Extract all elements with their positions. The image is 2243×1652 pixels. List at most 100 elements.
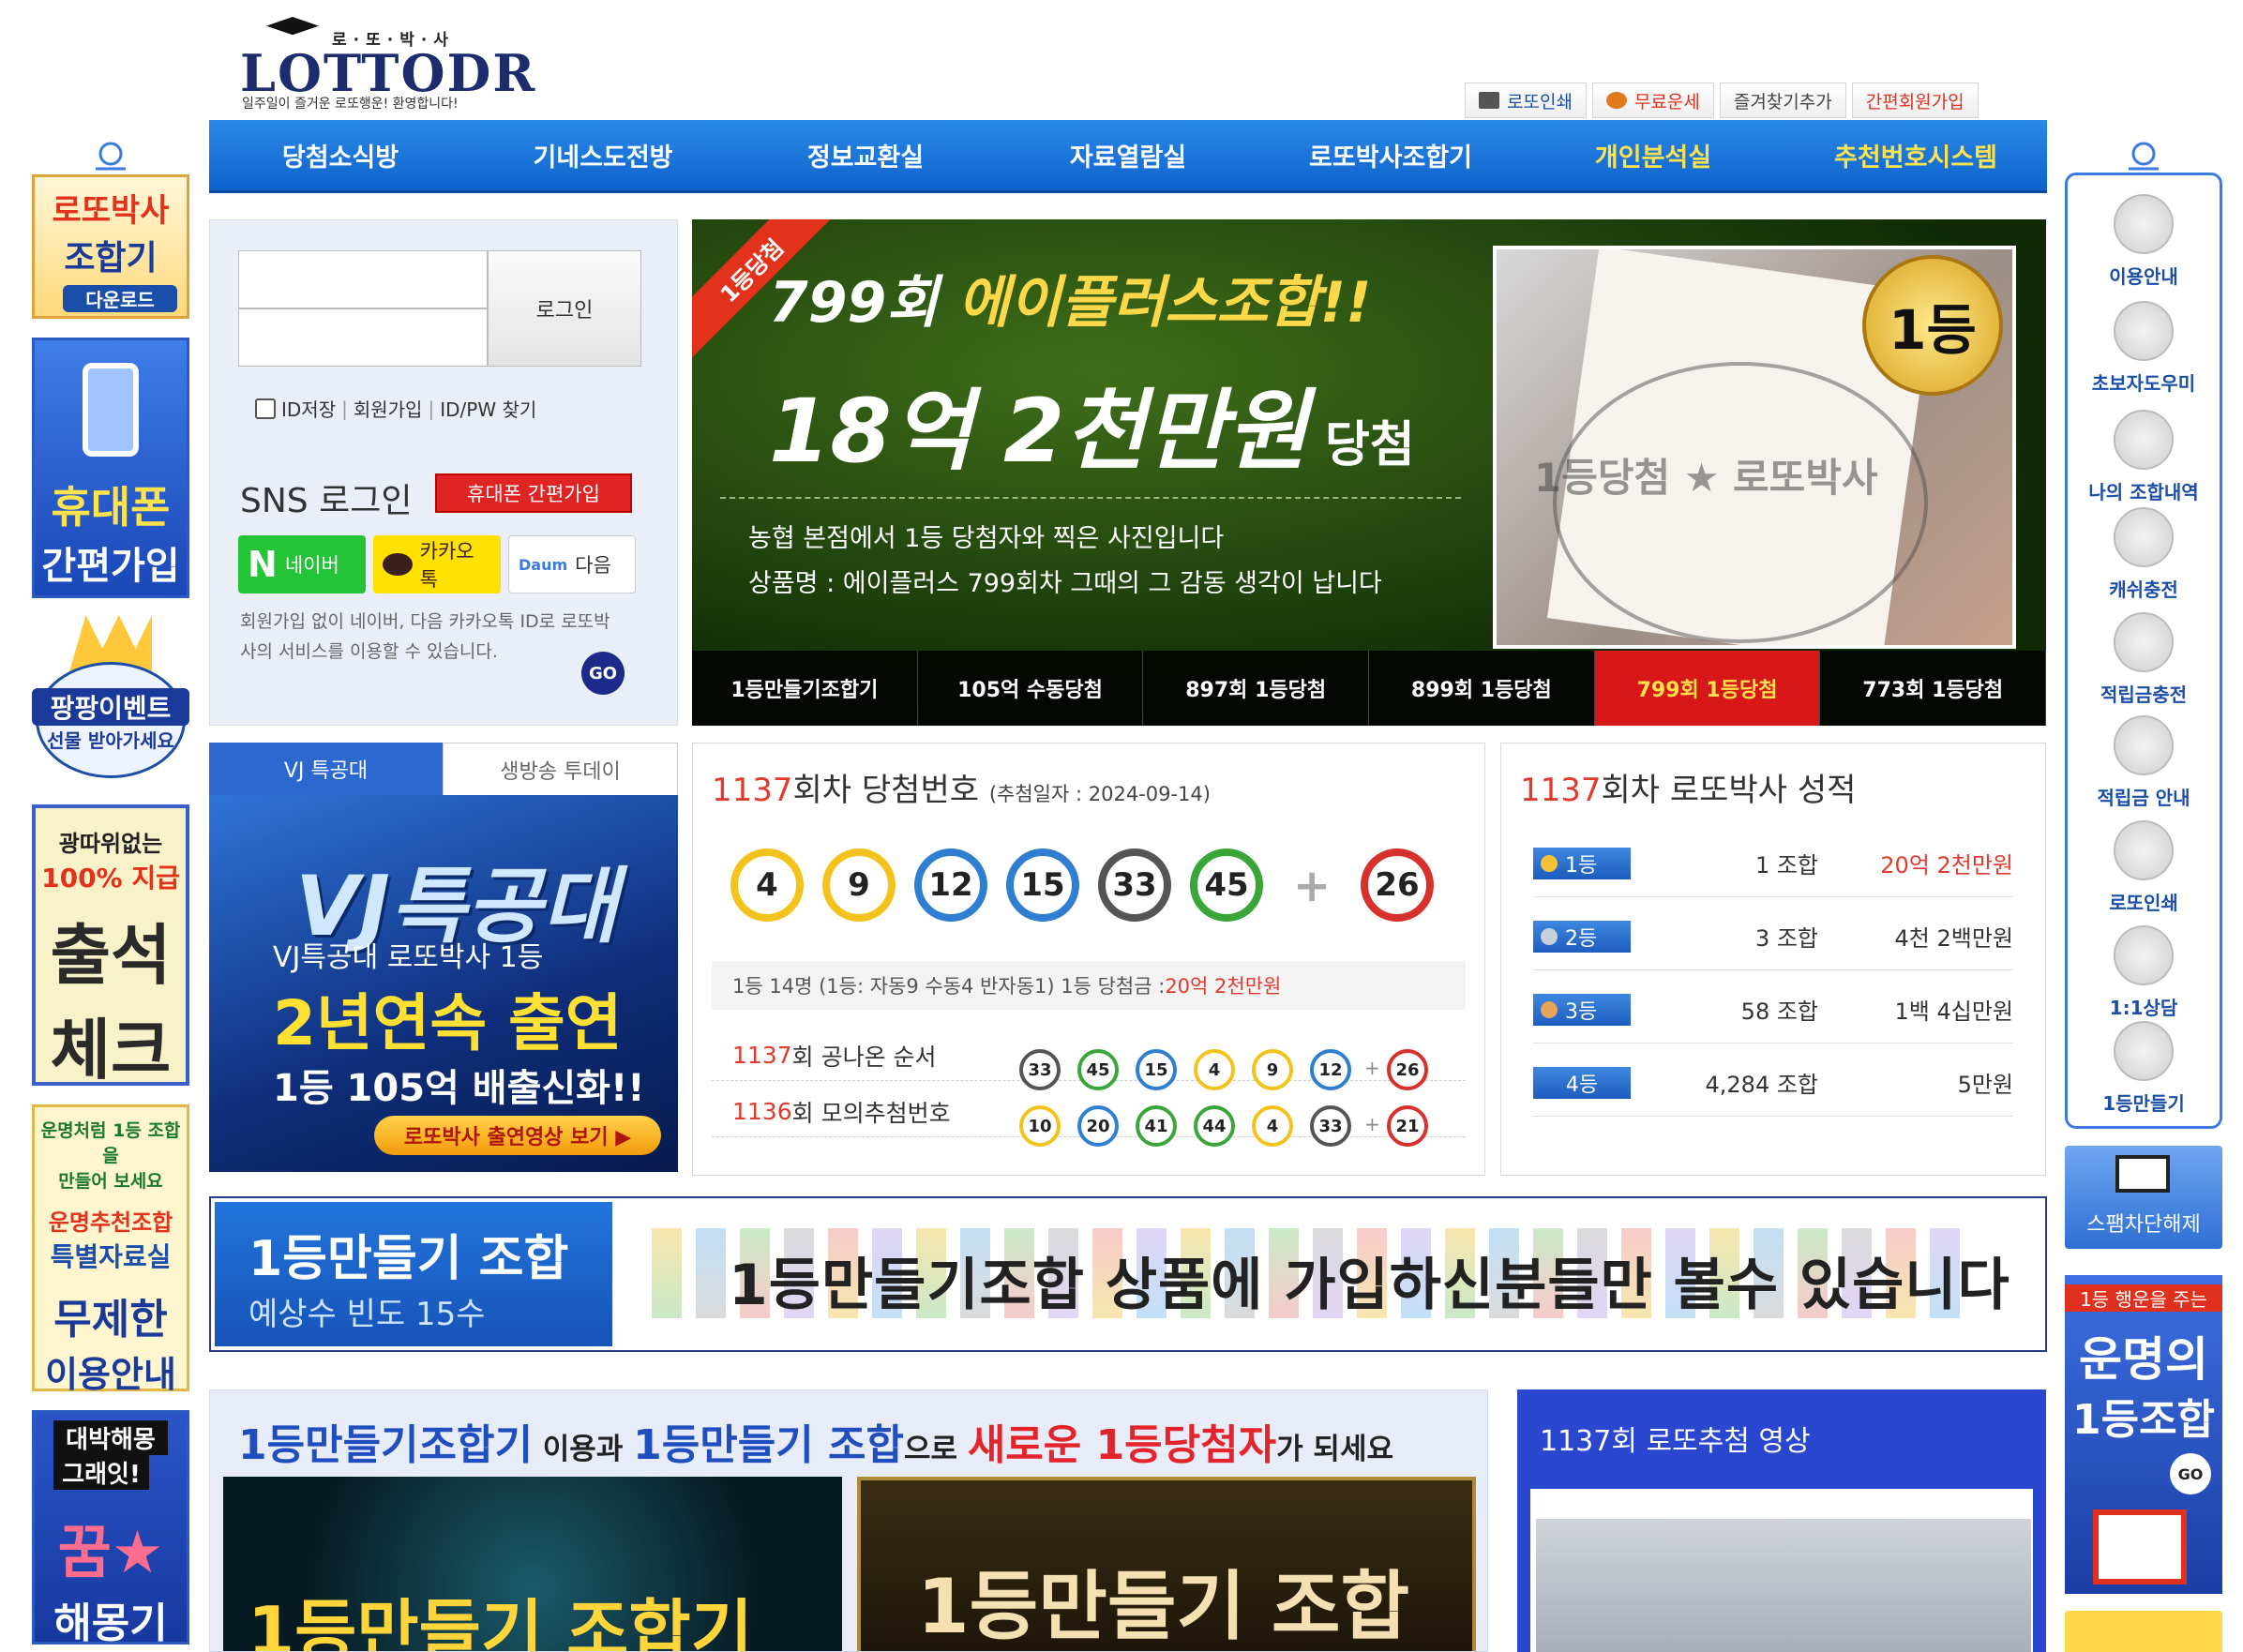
main-banner[interactable]: 1등당첨 799회 에이플러스조합!! 18억 2천만원 당첨 농협 본점에서 …	[692, 219, 2046, 726]
ad3-line2: 선물 받아가세요	[47, 729, 174, 752]
printer-icon	[2114, 820, 2174, 880]
lotto-ball: 33	[1098, 849, 1171, 922]
rank-badge: 2등	[1533, 920, 1631, 953]
ad-fortune-combo[interactable]: 운명처럼 1등 조합을 만들어 보세요 운명추천조합 특별자료실 무제한 이용안…	[32, 1104, 189, 1395]
draw-video-thumbnail[interactable]	[1536, 1519, 2031, 1652]
ad4-line3: 출석	[50, 917, 172, 994]
user-id-input[interactable]	[238, 250, 488, 308]
vj-video-banner[interactable]: VJ특공대 VJ특공대 로또박사 1등 2년연속 출연 1등 105억 배출신화…	[209, 795, 678, 1172]
combo-product-image[interactable]: 1등만들기 조합	[857, 1477, 1476, 1651]
ad-dream-interpretation[interactable]: 대박해몽 그래잇! 꿈★ 해몽기	[32, 1410, 189, 1647]
fortune-banner-line1: 1등 행운을 주는	[2065, 1284, 2222, 1312]
top-link-print[interactable]: 로또인쇄	[1465, 83, 1587, 118]
lotto-ball: 33	[1310, 1105, 1351, 1147]
top-link-fortune[interactable]: 무료운세	[1591, 83, 1714, 118]
phone-icon	[83, 363, 139, 457]
nav-item-combiner[interactable]: 로또박사조합기	[1259, 137, 1522, 173]
banner-tab-active[interactable]: 799회 1등당첨	[1594, 651, 1821, 726]
quick-points-info[interactable]: 적립금 안내	[2068, 715, 2220, 810]
banner-prize: 18억 2천만원 당첨	[769, 360, 1415, 488]
help-bubble-icon	[2114, 301, 2174, 361]
results-title-suffix: 회차 로또박사 성적	[1601, 772, 1857, 809]
fortune-combo-banner[interactable]: 1등 행운을 주는 운명의 1등조합 GO	[2065, 1275, 2222, 1594]
quick-first-prize-label: 1등만들기	[2102, 1092, 2185, 1115]
combo-head-f: 가 되세요	[1276, 1433, 1393, 1466]
kakao-login-button[interactable]: 카카오톡	[373, 535, 501, 593]
result-count: 4,284 조합	[1705, 1072, 1819, 1098]
phone-signup-button[interactable]: 휴대폰 간편가입	[435, 473, 632, 513]
lotto-ball: 45	[1077, 1049, 1119, 1090]
win-summary-text: 1등 14명 (1등: 자동9 수동4 반자동1) 1등 당첨금 :	[732, 975, 1166, 998]
mock-draw-round: 1136	[732, 1098, 792, 1125]
find-id-pw-link[interactable]: ID/PW 찾기	[440, 395, 536, 422]
result-row: 4등 4,284 조합 5만원	[1533, 1049, 2013, 1117]
link-separator: |	[428, 397, 435, 420]
lotto-ball: 9	[1252, 1049, 1293, 1090]
nav-item-archive[interactable]: 자료열람실	[997, 137, 1259, 173]
tab-vj[interactable]: VJ 특공대	[209, 743, 443, 795]
banner-tab[interactable]: 105억 수동당첨	[918, 651, 1144, 726]
nav-item-news[interactable]: 당첨소식방	[209, 137, 472, 173]
quick-beginner[interactable]: 초보자도우미	[2068, 301, 2220, 396]
combiner-promo-image[interactable]: 1등만들기 조합기	[223, 1477, 842, 1651]
result-count: 58 조합	[1740, 999, 1818, 1025]
site-logo[interactable]: 로·또·박·사 LOTTODR 일주일이 즐거운 로또행운! 환영합니다!	[240, 15, 534, 118]
banner-tab[interactable]: 773회 1등당첨	[1820, 651, 2046, 726]
ad6-line3: 꿈★	[57, 1518, 164, 1586]
top-link-bookmark[interactable]: 즐겨찾기추가	[1719, 83, 1846, 118]
draw-order-round: 1137	[732, 1042, 792, 1069]
vj-watch-button[interactable]: 로또박사 출연영상 보기 ▶	[374, 1116, 661, 1155]
quick-first-prize[interactable]: 1등만들기	[2068, 1021, 2220, 1116]
ad1-line2: 조합기	[64, 239, 158, 278]
password-input[interactable]	[238, 308, 488, 367]
ad-phone-signup[interactable]: 휴대폰 간편가입	[32, 338, 189, 598]
ad-combiner-download[interactable]: 로또박사 조합기 다운로드	[32, 174, 189, 319]
quick-my-combos[interactable]: 나의 조합내역	[2068, 410, 2220, 504]
banner-tab[interactable]: 1등만들기조합기	[692, 651, 918, 726]
members-only-promo[interactable]: 1등만들기 조합 예상수 빈도 15수 1등만들기조합 상품에 가입하신분들만 …	[209, 1196, 2047, 1352]
quick-cash[interactable]: 캐쉬충전	[2068, 507, 2220, 602]
quick-guide[interactable]: 이용안내	[2068, 194, 2220, 289]
right-rail-extra-banner[interactable]	[2065, 1611, 2222, 1652]
nav-item-recommend-system[interactable]: 추천번호시스템	[1784, 137, 2047, 173]
quick-points-charge[interactable]: 적립금충전	[2068, 612, 2220, 707]
login-panel: 로그인 ID저장 | 회원가입 | ID/PW 찾기 SNS 로그인 휴대폰 간…	[209, 219, 678, 726]
save-id-checkbox[interactable]	[255, 398, 276, 419]
ad2-line1: 휴대폰	[51, 482, 171, 533]
banner-tabs: 1등만들기조합기 105억 수동당첨 897회 1등당첨 899회 1등당첨 7…	[692, 651, 2046, 726]
quick-consult[interactable]: 1:1상담	[2068, 925, 2220, 1020]
vj-tabs: VJ 특공대 생방송 투데이	[209, 743, 678, 795]
save-id-label[interactable]: ID저장	[281, 395, 336, 422]
fortune-go-button[interactable]: GO	[2170, 1453, 2211, 1494]
join-link[interactable]: 회원가입	[354, 395, 423, 422]
login-button[interactable]: 로그인	[488, 250, 641, 367]
ad3-line1: 팡팡이벤트	[32, 688, 189, 726]
naver-login-button[interactable]: N 네이버	[238, 535, 366, 593]
mosaic-block	[696, 1228, 726, 1318]
banner-description-2: 상품명 : 에이플러스 799회차 그때의 그 감동 생각이 납니다	[748, 569, 1382, 598]
plus-icon: +	[1293, 860, 1332, 912]
result-row: 2등 3 조합 4천 2백만원	[1533, 903, 2013, 970]
consultant-icon	[2114, 925, 2174, 985]
nav-item-guinness[interactable]: 기네스도전방	[472, 137, 734, 173]
lotto-ball: 15	[1006, 849, 1079, 922]
ad5-line6: 이용안내	[45, 1354, 176, 1395]
ad-attendance-check[interactable]: 광따위없는 100% 지급 출석 체크	[32, 804, 189, 1089]
banner-tab[interactable]: 897회 1등당첨	[1143, 651, 1370, 726]
spam-unblock-banner[interactable]: 스팸차단해제	[2065, 1146, 2222, 1249]
quick-print[interactable]: 로또인쇄	[2068, 820, 2220, 915]
sns-go-button[interactable]: GO	[581, 652, 625, 695]
question-box-icon	[2114, 194, 2174, 254]
winner-ticket-photo: 1등당첨 ★ 로또박사 1등	[1493, 246, 2016, 649]
ad-event[interactable]: 팡팡이벤트 선물 받아가세요	[32, 615, 189, 782]
nav-item-personal-analysis[interactable]: 개인분석실	[1522, 137, 1784, 173]
nav-item-info-exchange[interactable]: 정보교환실	[734, 137, 997, 173]
naver-logo-icon: N	[248, 544, 278, 585]
banner-tab[interactable]: 899회 1등당첨	[1369, 651, 1595, 726]
daum-login-button[interactable]: Daum 다음	[508, 535, 636, 593]
top-link-bookmark-label: 즐겨찾기추가	[1733, 91, 1832, 113]
rank-badge: 4등	[1533, 1066, 1631, 1099]
winning-numbers-title: 1137회차 당첨번호 (추첨일자 : 2024-09-14)	[712, 764, 1211, 810]
tab-live-today[interactable]: 생방송 투데이	[443, 743, 678, 795]
top-link-signup[interactable]: 간편회원가입	[1851, 83, 1979, 118]
